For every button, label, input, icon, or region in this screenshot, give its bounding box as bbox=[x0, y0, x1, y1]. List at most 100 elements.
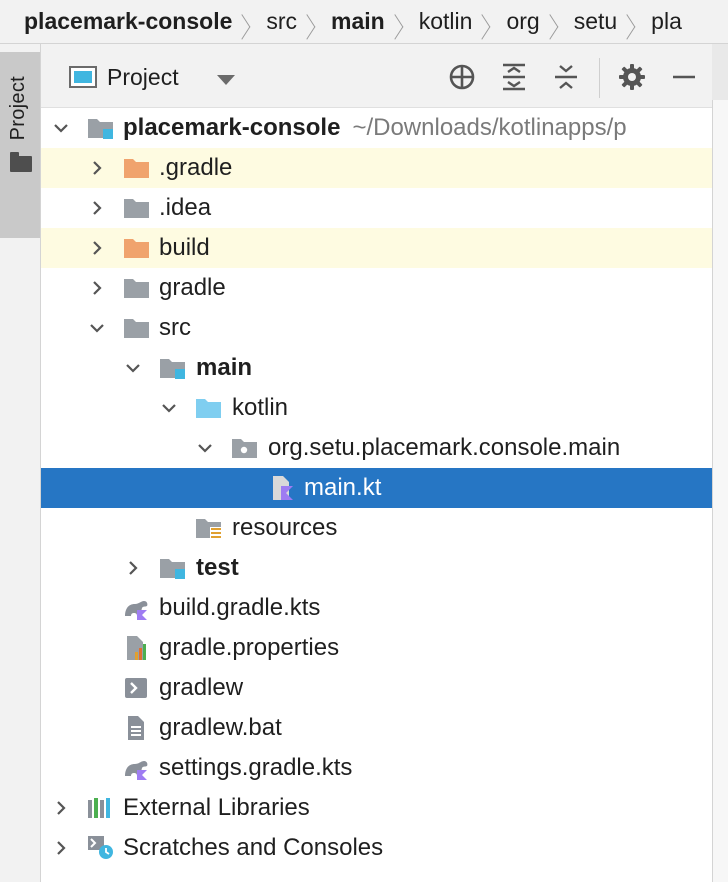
properties-file-icon bbox=[123, 636, 151, 660]
project-tool-tab-label: Project bbox=[7, 76, 29, 141]
tree-row-resources[interactable]: resources bbox=[41, 508, 712, 548]
expand-all-icon[interactable] bbox=[499, 62, 529, 92]
tree-label: gradle.properties bbox=[159, 634, 340, 661]
chevron-down-icon[interactable] bbox=[197, 440, 213, 456]
chevron-right-icon bbox=[244, 8, 254, 36]
tree-label: gradlew.bat bbox=[159, 714, 282, 741]
minimize-icon[interactable] bbox=[669, 62, 699, 92]
chevron-right-icon bbox=[629, 8, 639, 36]
tree-label: org.setu.placemark.console.main bbox=[268, 434, 621, 461]
chevron-right-icon[interactable] bbox=[89, 240, 105, 256]
excluded-folder-icon bbox=[123, 236, 151, 260]
tree-label: kotlin bbox=[232, 394, 289, 421]
resources-folder-icon bbox=[195, 516, 223, 540]
panel-title[interactable]: Project bbox=[107, 64, 179, 91]
tree-row-settings-gradle-kts[interactable]: settings.gradle.kts bbox=[41, 748, 712, 788]
tree-label: test bbox=[196, 554, 239, 581]
text-file-icon bbox=[123, 716, 151, 740]
folder-icon bbox=[123, 316, 151, 340]
folder-icon bbox=[123, 196, 151, 220]
chevron-down-icon[interactable] bbox=[53, 120, 69, 136]
tree-label: settings.gradle.kts bbox=[159, 754, 353, 781]
chevron-down-icon[interactable] bbox=[161, 400, 177, 416]
scratches-icon bbox=[87, 836, 115, 860]
tree-row-package[interactable]: org.setu.placemark.console.main bbox=[41, 428, 712, 468]
shell-script-icon bbox=[123, 676, 151, 700]
chevron-down-icon[interactable] bbox=[217, 75, 235, 85]
tree-label: gradlew bbox=[159, 674, 244, 701]
tree-row-test[interactable]: test bbox=[41, 548, 712, 588]
tree-row-scratches[interactable]: Scratches and Consoles bbox=[41, 828, 712, 868]
project-panel-header: Project bbox=[41, 44, 712, 108]
folder-icon bbox=[123, 276, 151, 300]
left-tool-strip: Project bbox=[0, 44, 41, 882]
module-folder-icon bbox=[159, 556, 187, 580]
breadcrumb-item[interactable]: main bbox=[331, 8, 385, 35]
breadcrumb-item[interactable]: src bbox=[266, 8, 297, 35]
tree-row-build[interactable]: build bbox=[41, 228, 712, 268]
module-folder-icon bbox=[159, 356, 187, 380]
gear-icon[interactable] bbox=[617, 62, 647, 92]
tree-label: main.kt bbox=[304, 474, 382, 501]
folder-icon bbox=[10, 152, 32, 172]
breadcrumb-item[interactable]: pla bbox=[651, 8, 682, 35]
tree-row-src[interactable]: src bbox=[41, 308, 712, 348]
tree-row-root[interactable]: placemark-console ~/Downloads/kotlinapps/… bbox=[41, 108, 712, 148]
header-divider bbox=[599, 58, 600, 98]
locate-icon[interactable] bbox=[447, 62, 477, 92]
breadcrumb-item[interactable]: kotlin bbox=[419, 8, 473, 35]
chevron-right-icon[interactable] bbox=[89, 160, 105, 176]
chevron-right-icon[interactable] bbox=[53, 840, 69, 856]
root-path: ~/Downloads/kotlinapps/p bbox=[352, 114, 627, 141]
editor-gutter bbox=[712, 44, 728, 882]
libraries-icon bbox=[87, 796, 115, 820]
tree-label: src bbox=[159, 314, 191, 341]
tree-row-dot-gradle[interactable]: .gradle bbox=[41, 148, 712, 188]
chevron-right-icon[interactable] bbox=[89, 280, 105, 296]
breadcrumb: placemark-console src main kotlin org setu pla bbox=[0, 0, 728, 44]
module-folder-icon bbox=[87, 116, 115, 140]
tree-row-external-libraries[interactable]: External Libraries bbox=[41, 788, 712, 828]
kotlin-file-icon bbox=[269, 476, 297, 500]
tree-row-gradlew[interactable]: gradlew bbox=[41, 668, 712, 708]
breadcrumb-item[interactable]: setu bbox=[574, 8, 617, 35]
project-tool-tab[interactable]: Project bbox=[0, 52, 40, 238]
tree-row-main[interactable]: main bbox=[41, 348, 712, 388]
tree-row-gradle-properties[interactable]: gradle.properties bbox=[41, 628, 712, 668]
tree-row-build-gradle-kts[interactable]: build.gradle.kts bbox=[41, 588, 712, 628]
tree-label: build bbox=[159, 234, 210, 261]
excluded-folder-icon bbox=[123, 156, 151, 180]
tree-label: External Libraries bbox=[123, 794, 310, 821]
tree-row-gradlew-bat[interactable]: gradlew.bat bbox=[41, 708, 712, 748]
chevron-right-icon[interactable] bbox=[125, 560, 141, 576]
tree-label: gradle bbox=[159, 274, 226, 301]
tree-row-main-kt[interactable]: main.kt bbox=[41, 468, 712, 508]
tree-row-kotlin[interactable]: kotlin bbox=[41, 388, 712, 428]
tree-label: resources bbox=[232, 514, 338, 541]
tree-label: main bbox=[196, 354, 253, 381]
tree-label: .idea bbox=[159, 194, 212, 221]
project-tree: placemark-console ~/Downloads/kotlinapps/… bbox=[41, 108, 712, 882]
tree-label: .gradle bbox=[159, 154, 233, 181]
tree-label: Scratches and Consoles bbox=[123, 834, 384, 861]
breadcrumb-item[interactable]: org bbox=[506, 8, 539, 35]
package-icon bbox=[231, 436, 259, 460]
tree-label: build.gradle.kts bbox=[159, 594, 321, 621]
chevron-right-icon bbox=[552, 8, 562, 36]
gradle-kts-icon bbox=[123, 756, 151, 780]
tree-root-label: placemark-console ~/Downloads/kotlinapps/… bbox=[123, 114, 627, 142]
project-view-icon bbox=[69, 66, 97, 88]
source-folder-icon bbox=[195, 396, 223, 420]
root-name: placemark-console bbox=[123, 114, 341, 141]
tree-row-gradle[interactable]: gradle bbox=[41, 268, 712, 308]
chevron-down-icon[interactable] bbox=[125, 360, 141, 376]
editor-tab-strip bbox=[712, 44, 728, 100]
collapse-all-icon[interactable] bbox=[551, 62, 581, 92]
chevron-right-icon[interactable] bbox=[89, 200, 105, 216]
breadcrumb-item[interactable]: placemark-console bbox=[24, 8, 232, 35]
chevron-right-icon bbox=[397, 8, 407, 36]
chevron-down-icon[interactable] bbox=[89, 320, 105, 336]
tree-row-idea[interactable]: .idea bbox=[41, 188, 712, 228]
chevron-right-icon bbox=[484, 8, 494, 36]
chevron-right-icon[interactable] bbox=[53, 800, 69, 816]
